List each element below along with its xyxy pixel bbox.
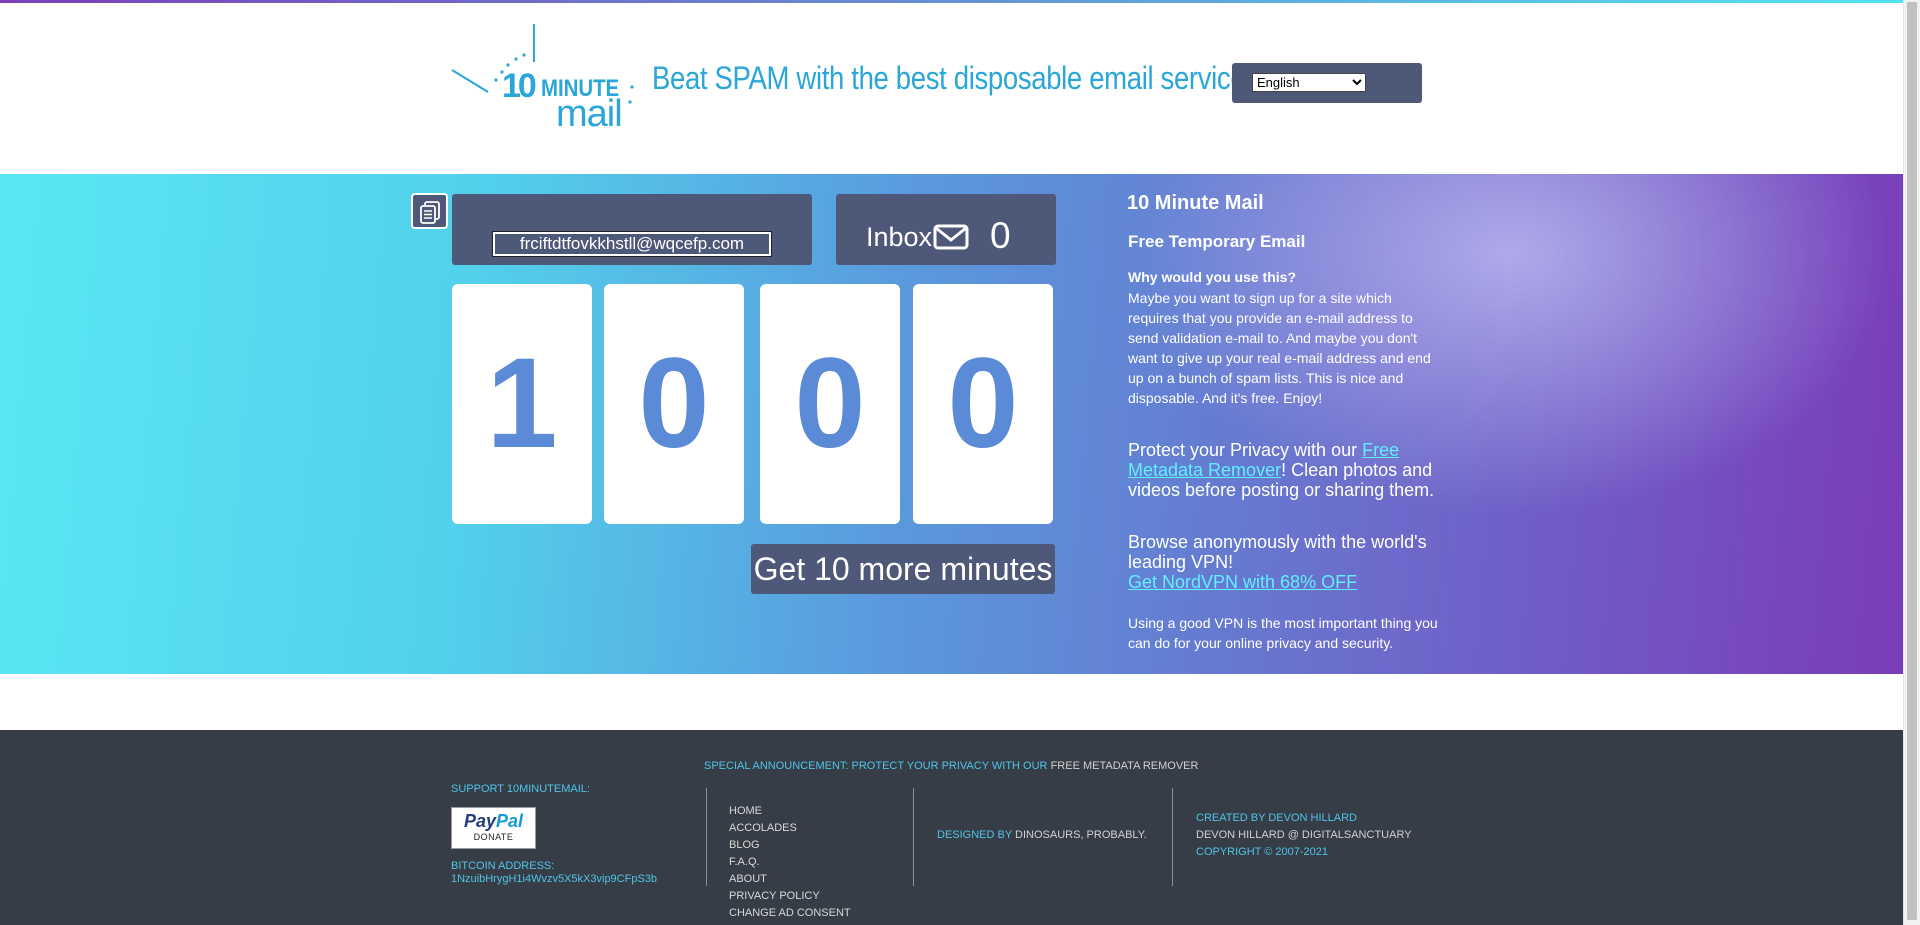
inbox-panel[interactable]: Inbox 0 (836, 194, 1056, 265)
site-tagline: Beat SPAM with the best disposable email… (652, 60, 1246, 96)
svg-text:10: 10 (502, 67, 536, 105)
email-address-field[interactable]: frciftdtfovkkhstll@wqcefp.com (492, 231, 772, 257)
language-select[interactable]: English (1252, 73, 1366, 92)
footer-divider (706, 788, 707, 886)
timer-digit-minutes-tens: 1 (452, 284, 592, 524)
footer-nav-privacy-policy[interactable]: PRIVACY POLICY (729, 888, 851, 905)
footer-nav-about[interactable]: ABOUT (729, 871, 851, 888)
designed-by: DESIGNED BY DINOSAURS, PROBABLY. (937, 829, 1147, 841)
privacy-promo: Protect your Privacy with our Free Metad… (1128, 440, 1448, 500)
site-logo[interactable]: 10 MINUTE mail (450, 22, 640, 135)
get-more-minutes-button[interactable]: Get 10 more minutes (751, 544, 1055, 594)
paypal-logo: PayPal (452, 810, 535, 832)
why-text: Maybe you want to sign up for a site whi… (1128, 290, 1431, 406)
timer-digit-seconds-ones: 0 (913, 284, 1053, 524)
bitcoin-address[interactable]: 1NzuibHrygH1i4Wvzv5X5kX3vip9CFpS3b (451, 873, 657, 885)
footer: SPECIAL ANNOUNCEMENT: PROTECT YOUR PRIVA… (0, 730, 1903, 925)
special-announcement: SPECIAL ANNOUNCEMENT: PROTECT YOUR PRIVA… (704, 760, 1198, 772)
announcement-text: SPECIAL ANNOUNCEMENT: PROTECT YOUR PRIVA… (704, 760, 1051, 772)
inbox-label: Inbox (866, 222, 933, 252)
sidebar-title: 10 Minute Mail (1127, 192, 1264, 214)
announcement-link[interactable]: FREE METADATA REMOVER (1051, 760, 1199, 772)
language-selector-panel: English (1232, 63, 1422, 103)
scrollbar-thumb[interactable] (1907, 2, 1917, 920)
timer-digit-minutes-ones: 0 (604, 284, 744, 524)
vertical-scrollbar[interactable] (1903, 0, 1920, 925)
copyright: COPYRIGHT © 2007-2021 (1196, 846, 1329, 858)
designed-by-label: DESIGNED BY (937, 829, 1016, 841)
email-address-panel: frciftdtfovkkhstll@wqcefp.com (452, 194, 812, 265)
footer-nav-change-ad-consent[interactable]: CHANGE AD CONSENT (729, 905, 851, 922)
timer-digit-seconds-tens: 0 (760, 284, 900, 524)
paypal-logo-pal: Pal (496, 811, 524, 831)
sidebar-subtitle: Free Temporary Email (1128, 232, 1306, 251)
paypal-donate-button[interactable]: PayPal DONATE (451, 807, 536, 849)
footer-divider (1172, 788, 1173, 886)
footer-nav-faq[interactable]: F.A.Q. (729, 854, 851, 871)
footer-nav-blog[interactable]: BLOG (729, 837, 851, 854)
envelope-icon (933, 224, 969, 250)
paypal-logo-pay: Pay (463, 811, 496, 831)
designed-by-name: DINOSAURS, PROBABLY. (1015, 829, 1147, 841)
vpn-promo-text: Browse anonymously with the world's lead… (1128, 532, 1427, 572)
page: 10 MINUTE mail Beat SPAM with the best d… (0, 0, 1920, 925)
vpn-promo: Browse anonymously with the world's lead… (1128, 532, 1448, 592)
inbox-count: 0 (990, 215, 1011, 256)
author-credit: CREATED BY DEVON HILLARD DEVON HILLARD @… (1196, 810, 1412, 861)
footer-nav-home[interactable]: HOME (729, 803, 851, 820)
why-heading: Why would you use this? (1128, 269, 1296, 285)
footer-divider (913, 788, 914, 886)
nordvpn-link[interactable]: Get NordVPN with 68% OFF (1128, 572, 1357, 592)
copy-email-button[interactable] (411, 193, 448, 229)
footer-nav-accolades[interactable]: ACCOLADES (729, 820, 851, 837)
support-label: SUPPORT 10MINUTEMAIL: (451, 783, 590, 795)
author-handle[interactable]: DEVON HILLARD @ DIGITALSANCTUARY (1196, 827, 1412, 844)
created-by: CREATED BY DEVON HILLARD (1196, 812, 1357, 824)
footer-nav: HOME ACCOLADES BLOG F.A.Q. ABOUT PRIVACY… (729, 803, 851, 922)
top-accent-line (0, 0, 1903, 3)
svg-text:mail: mail (556, 93, 622, 132)
logo-clock-graphic: 10 MINUTE mail (451, 24, 634, 135)
paypal-donate-label: DONATE (473, 832, 514, 842)
bitcoin-label: BITCOIN ADDRESS: (451, 860, 555, 872)
privacy-promo-prefix: Protect your Privacy with our (1128, 440, 1363, 460)
clipboard-copy-icon (420, 201, 440, 224)
vpn-note: Using a good VPN is the most important t… (1128, 615, 1438, 651)
